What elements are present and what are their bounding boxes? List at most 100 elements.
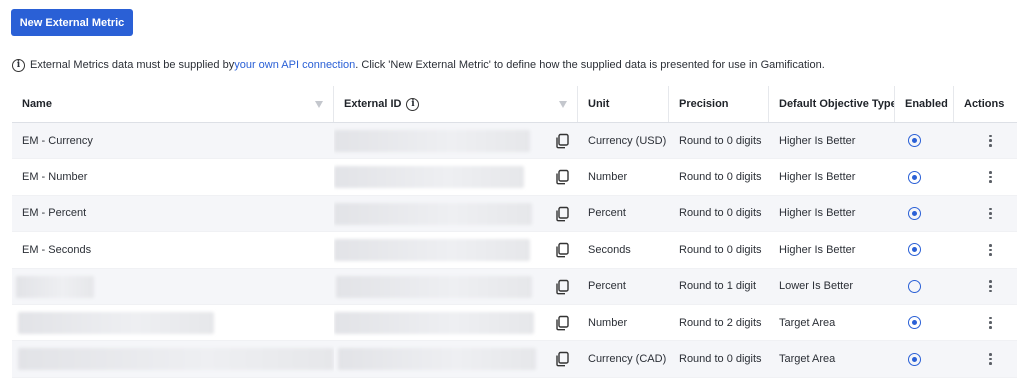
api-connection-link[interactable]: your own API connection xyxy=(234,59,355,71)
external-id-cell xyxy=(334,123,578,158)
enabled-cell xyxy=(895,341,954,376)
enabled-cell xyxy=(895,196,954,231)
sort-triangle-icon[interactable] xyxy=(559,101,567,108)
copy-icon[interactable] xyxy=(554,133,570,149)
table-row: Currency (CAD) Round to 0 digits Target … xyxy=(12,341,1017,378)
info-icon[interactable]: i xyxy=(406,97,420,111)
copy-icon[interactable] xyxy=(554,242,570,258)
enabled-radio-icon[interactable] xyxy=(908,316,921,330)
column-header-actions: Actions xyxy=(964,98,1005,110)
copy-icon[interactable] xyxy=(554,315,570,331)
precision-cell: Round to 0 digits xyxy=(679,353,762,366)
column-header-objective-type: Default Objective Type xyxy=(769,86,895,122)
copy-icon[interactable] xyxy=(554,169,570,185)
kebab-menu-icon[interactable] xyxy=(985,315,996,331)
table-row: EM - Currency Currency (USD) Round to 0 … xyxy=(12,123,1017,160)
kebab-menu-icon[interactable] xyxy=(985,169,996,185)
info-icon: i xyxy=(12,58,25,72)
table-row: EM - Number Number Round to 0 digits Hig… xyxy=(12,159,1017,196)
precision-cell: Round to 0 digits xyxy=(679,171,762,184)
precision-cell: Round to 0 digits xyxy=(679,243,762,256)
unit-cell: Number xyxy=(588,171,628,184)
redacted-external-id xyxy=(334,130,530,152)
sort-triangle-icon[interactable] xyxy=(315,101,323,108)
actions-cell xyxy=(954,196,1017,231)
metric-name xyxy=(12,269,334,304)
enabled-cell xyxy=(895,123,954,158)
kebab-menu-icon[interactable] xyxy=(985,351,996,367)
precision-cell: Round to 2 digits xyxy=(679,316,762,329)
redacted-external-id xyxy=(334,202,532,225)
enabled-cell xyxy=(895,232,954,267)
objective-type-cell: Higher Is Better xyxy=(779,134,856,147)
table-row: Percent Round to 1 digit Lower Is Better xyxy=(12,268,1017,305)
info-text-prefix: External Metrics data must be supplied b… xyxy=(30,59,235,71)
actions-cell xyxy=(954,123,1017,158)
metric-name: EM - Currency xyxy=(22,134,93,147)
info-message: i External Metrics data must be supplied… xyxy=(12,57,825,73)
objective-type-cell: Target Area xyxy=(779,353,836,366)
redacted-metric-name xyxy=(16,275,94,298)
enabled-radio-icon[interactable] xyxy=(908,170,921,184)
external-id-cell xyxy=(334,196,578,231)
objective-type-cell: Higher Is Better xyxy=(779,243,856,256)
enabled-radio-icon[interactable] xyxy=(908,243,921,257)
precision-cell: Round to 1 digit xyxy=(679,280,757,293)
table-row: Number Round to 2 digits Target Area xyxy=(12,305,1017,342)
objective-type-cell: Higher Is Better xyxy=(779,207,856,220)
redacted-metric-name xyxy=(18,348,334,371)
copy-icon[interactable] xyxy=(554,206,570,222)
kebab-menu-icon[interactable] xyxy=(985,133,996,149)
metric-name: EM - Number xyxy=(22,171,88,184)
enabled-cell xyxy=(895,269,954,304)
redacted-external-id xyxy=(334,166,524,189)
redacted-external-id xyxy=(336,275,532,298)
kebab-menu-icon[interactable] xyxy=(985,278,996,294)
unit-cell: Percent xyxy=(588,207,626,220)
column-header-precision: Precision xyxy=(669,86,769,122)
actions-cell xyxy=(954,232,1017,267)
unit-cell: Currency (USD) xyxy=(588,134,667,147)
precision-cell: Round to 0 digits xyxy=(679,134,762,147)
actions-cell xyxy=(954,341,1017,376)
external-id-cell xyxy=(334,305,578,340)
external-id-cell xyxy=(334,341,578,376)
column-header-external-id[interactable]: External ID i xyxy=(334,86,578,122)
objective-type-cell: Higher Is Better xyxy=(779,171,856,184)
redacted-metric-name xyxy=(18,311,214,334)
redacted-external-id xyxy=(334,311,534,334)
copy-icon[interactable] xyxy=(554,351,570,367)
table-row: EM - Percent Percent Round to 0 digits H… xyxy=(12,195,1017,233)
unit-cell: Number xyxy=(588,316,628,329)
actions-cell xyxy=(954,269,1017,304)
redacted-external-id xyxy=(338,348,536,371)
enabled-radio-icon[interactable] xyxy=(908,279,921,293)
external-id-cell xyxy=(334,232,578,267)
external-id-cell xyxy=(334,159,578,194)
enabled-radio-icon[interactable] xyxy=(908,134,921,148)
metric-name: EM - Seconds xyxy=(22,243,92,256)
kebab-menu-icon[interactable] xyxy=(985,242,996,258)
actions-cell xyxy=(954,305,1017,340)
objective-type-cell: Lower Is Better xyxy=(779,280,853,293)
column-header-unit: Unit xyxy=(578,86,669,122)
enabled-radio-icon[interactable] xyxy=(908,352,921,366)
enabled-radio-icon[interactable] xyxy=(908,206,921,220)
kebab-menu-icon[interactable] xyxy=(985,206,996,222)
unit-cell: Seconds xyxy=(588,243,631,256)
redacted-external-id xyxy=(334,239,530,262)
table-row: EM - Seconds Seconds Round to 0 digits H… xyxy=(12,232,1017,269)
precision-cell: Round to 0 digits xyxy=(679,207,762,220)
enabled-cell xyxy=(895,305,954,340)
objective-type-cell: Target Area xyxy=(779,316,836,329)
new-external-metric-button[interactable]: New External Metric xyxy=(11,9,133,36)
info-text-suffix: . Click 'New External Metric' to define … xyxy=(355,59,825,71)
external-id-cell xyxy=(334,269,578,304)
column-header-name[interactable]: Name xyxy=(12,86,334,122)
metric-name: EM - Percent xyxy=(22,207,87,220)
actions-cell xyxy=(954,159,1017,194)
unit-cell: Currency (CAD) xyxy=(588,353,667,366)
enabled-cell xyxy=(895,159,954,194)
external-metrics-table: Name External ID i Unit Precision Defaul… xyxy=(12,86,1017,378)
copy-icon[interactable] xyxy=(554,279,570,295)
